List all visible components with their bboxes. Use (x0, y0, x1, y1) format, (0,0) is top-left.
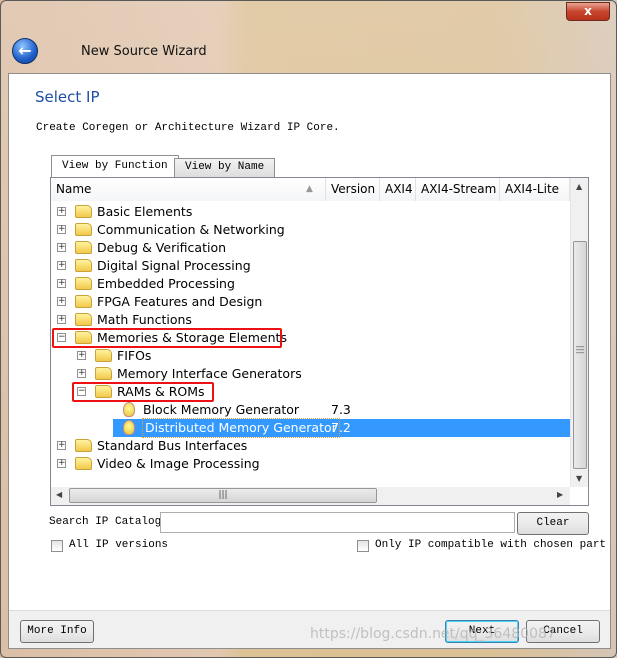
expand-icon[interactable]: + (57, 261, 66, 270)
item-label: Communication & Networking (97, 222, 285, 237)
expand-icon[interactable]: + (57, 297, 66, 306)
folder-icon (75, 457, 92, 470)
close-button[interactable]: x (566, 2, 610, 21)
category-item[interactable]: + FPGA Features and Design (51, 293, 570, 311)
item-label: Embedded Processing (97, 276, 235, 291)
highlight-box (72, 382, 214, 402)
item-label: Basic Elements (97, 204, 193, 219)
folder-icon (75, 205, 92, 218)
compatible-only-checkbox[interactable] (357, 540, 369, 552)
vertical-scroll-thumb[interactable]: — — — (573, 241, 587, 469)
category-item[interactable]: + Video & Image Processing (51, 455, 570, 473)
item-label: FIFOs (117, 348, 152, 363)
search-ip-input[interactable] (160, 512, 515, 533)
watermark: https://blog.csdn.net/qq_36480087 (310, 626, 556, 642)
horizontal-scroll-thumb[interactable]: ||| (69, 488, 377, 503)
expand-icon[interactable]: + (57, 315, 66, 324)
item-label: Video & Image Processing (97, 456, 260, 471)
folder-icon (75, 241, 92, 254)
compatible-only-label: Only IP compatible with chosen part (375, 539, 607, 551)
expand-icon[interactable]: + (57, 441, 66, 450)
folder-icon (95, 349, 112, 362)
vertical-scrollbar[interactable]: ▲ — — — ▼ (570, 178, 588, 487)
folder-icon (75, 295, 92, 308)
category-item[interactable]: + Embedded Processing (51, 275, 570, 293)
item-label: Digital Signal Processing (97, 258, 251, 273)
all-ip-versions-label: All IP versions (69, 539, 169, 551)
search-label: Search IP Catalog: (49, 516, 168, 528)
highlight-box (52, 328, 282, 348)
item-label: Standard Bus Interfaces (97, 438, 248, 453)
category-item[interactable]: + FIFOs (51, 347, 570, 365)
expand-icon[interactable]: + (57, 459, 66, 468)
item-label: Block Memory Generator (143, 402, 300, 417)
column-header-name[interactable]: Name ▲ (51, 178, 326, 201)
page-description: Create Coregen or Architecture Wizard IP… (36, 122, 340, 134)
expand-icon[interactable]: + (57, 243, 66, 252)
expand-icon[interactable]: + (57, 207, 66, 216)
clear-button[interactable]: Clear (517, 512, 589, 535)
category-item[interactable]: + Standard Bus Interfaces (51, 437, 570, 455)
item-label: Math Functions (97, 312, 192, 327)
expand-icon[interactable]: + (77, 351, 86, 360)
window-title: New Source Wizard (81, 44, 207, 59)
folder-icon (75, 259, 92, 272)
all-ip-versions-checkbox[interactable] (51, 540, 63, 552)
folder-icon (75, 313, 92, 326)
scroll-down-icon[interactable]: ▼ (576, 474, 582, 483)
column-label: Name (56, 182, 92, 196)
scroll-up-icon[interactable]: ▲ (576, 182, 582, 191)
category-item[interactable]: + Math Functions (51, 311, 570, 329)
expand-icon[interactable]: + (77, 369, 86, 378)
tab-view-by-function[interactable]: View by Function (51, 155, 179, 178)
ip-tree: Name ▲ Version AXI4 AXI4-Stream AXI4-Lite… (50, 177, 589, 506)
sort-ascending-icon: ▲ (306, 184, 313, 194)
ip-core-icon (123, 402, 135, 417)
more-info-button[interactable]: More Info (20, 620, 94, 643)
horizontal-scrollbar[interactable]: ◀ ||| ▶ (51, 487, 570, 505)
column-header-axi4-lite[interactable]: AXI4-Lite (500, 178, 570, 201)
ip-item[interactable]: Distributed Memory Generator 7.2 (113, 418, 570, 438)
folder-icon (95, 367, 112, 380)
scroll-right-icon[interactable]: ▶ (557, 490, 563, 499)
folder-icon (75, 277, 92, 290)
expand-icon[interactable]: + (57, 279, 66, 288)
category-item[interactable]: + Digital Signal Processing (51, 257, 570, 275)
column-header-axi4-stream[interactable]: AXI4-Stream (416, 178, 500, 201)
ip-core-icon (123, 420, 135, 435)
category-item[interactable]: + Memory Interface Generators (51, 365, 570, 383)
category-item[interactable]: + Communication & Networking (51, 221, 570, 239)
column-header-axi4[interactable]: AXI4 (380, 178, 416, 201)
item-version: 7.3 (331, 402, 351, 417)
folder-icon (75, 223, 92, 236)
category-item[interactable]: + Basic Elements (51, 203, 570, 221)
item-label: Distributed Memory Generator (142, 418, 340, 438)
scroll-left-icon[interactable]: ◀ (56, 490, 62, 499)
expand-icon[interactable]: + (57, 225, 66, 234)
item-label: Memory Interface Generators (117, 366, 302, 381)
folder-icon (75, 439, 92, 452)
item-label: Debug & Verification (97, 240, 227, 255)
item-version: 7.2 (331, 420, 351, 435)
item-label: FPGA Features and Design (97, 294, 263, 309)
category-item[interactable]: + Debug & Verification (51, 239, 570, 257)
ip-item[interactable]: Block Memory Generator 7.3 (51, 401, 570, 419)
tab-view-by-name[interactable]: View by Name (174, 158, 276, 178)
page-title: Select IP (35, 88, 100, 106)
column-header-version[interactable]: Version (326, 178, 380, 201)
back-arrow-button[interactable]: ← (12, 38, 38, 64)
